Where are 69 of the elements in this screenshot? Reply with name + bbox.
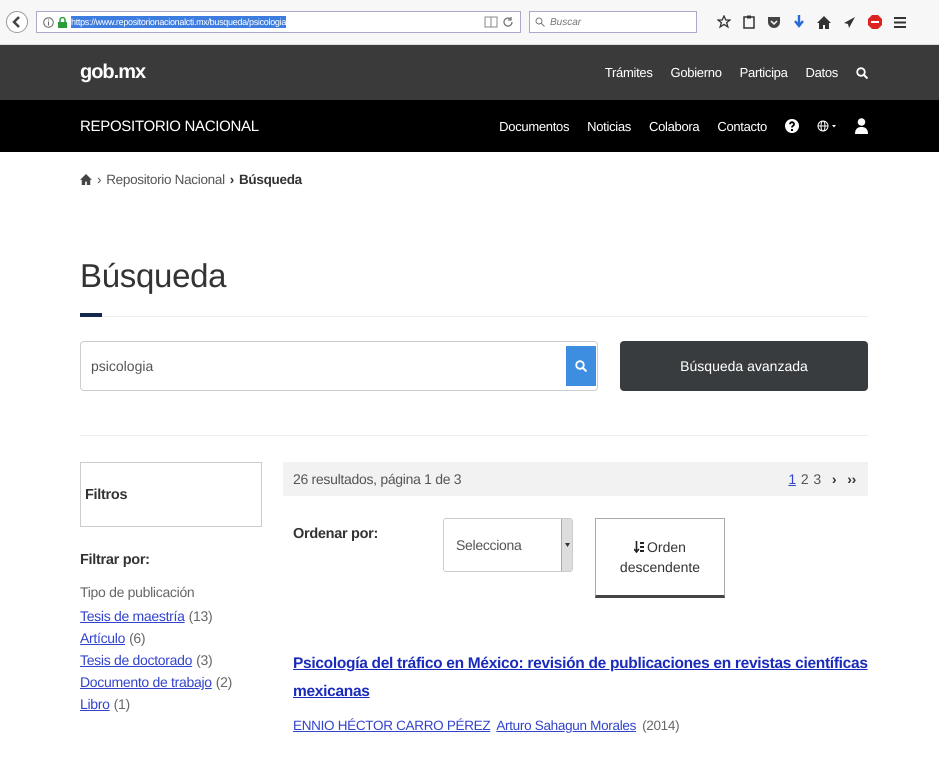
page-link[interactable]: 1 — [788, 471, 796, 487]
result-year: (2014) — [642, 718, 680, 733]
caret-icon — [564, 543, 570, 547]
pocket-icon[interactable] — [767, 16, 781, 28]
nav-link[interactable]: Documentos — [499, 118, 570, 134]
address-bar[interactable]: https://www.repositorionacionalcti.mx/busqueda/psicologia — [36, 11, 521, 33]
star-icon[interactable] — [717, 15, 731, 29]
search-icon — [575, 360, 587, 372]
next-page-link[interactable]: › — [832, 471, 836, 487]
filter-heading: Filtrar por: — [80, 552, 151, 568]
url-text: https://www.repositorionacionalcti.mx/busqueda/psicologia — [71, 16, 286, 28]
filter-link[interactable]: Artículo — [80, 630, 126, 646]
filter-link[interactable]: Documento de trabajo — [80, 674, 212, 690]
sort-label: Ordenar por: — [292, 526, 380, 542]
filter-group-label: Tipo de publicación — [80, 584, 196, 600]
site-logo[interactable]: gob.mx — [80, 61, 146, 84]
results-summary: 26 resultados, página 1 de 3 — [293, 471, 462, 487]
adblock-icon[interactable] — [868, 15, 882, 29]
nav-link[interactable]: Trámites — [604, 65, 653, 80]
nav-link[interactable]: Noticias — [587, 118, 631, 134]
clipboard-icon[interactable] — [743, 15, 755, 29]
author-link[interactable]: ENNIO HÉCTOR CARRO PÉREZ — [293, 718, 490, 733]
breadcrumb-separator: › — [97, 172, 102, 187]
filter-count: (2) — [216, 674, 232, 690]
nav-link[interactable]: Contacto — [717, 118, 767, 134]
page-link[interactable]: 2 — [800, 471, 808, 487]
filter-link[interactable]: Tesis de doctorado — [80, 652, 192, 668]
sort-descending-icon — [634, 541, 646, 553]
site-title[interactable]: REPOSITORIO NACIONAL — [80, 118, 259, 134]
nav-link[interactable]: Datos — [806, 65, 838, 80]
download-icon[interactable] — [793, 15, 805, 29]
back-button[interactable] — [6, 11, 28, 33]
filter-link[interactable]: Libro — [80, 696, 110, 712]
home-icon[interactable] — [817, 16, 831, 28]
search-icon[interactable] — [856, 66, 868, 78]
last-page-link[interactable]: ›› — [847, 471, 856, 487]
panel-title: Filtros — [85, 486, 128, 502]
search-icon — [535, 17, 545, 27]
search-field[interactable]: psicologia — [80, 341, 598, 391]
result-title-link[interactable]: Psicología del tráfico en México: revisión de publicaciones en revistas científicas mexicanas — [293, 650, 868, 706]
user-icon[interactable] — [855, 118, 868, 134]
nav-link[interactable]: Participa — [740, 65, 788, 80]
breadcrumb-current: Búsqueda — [238, 172, 302, 187]
page-link[interactable]: 3 — [813, 471, 821, 487]
filter-link[interactable]: Tesis de maestría — [80, 608, 185, 624]
breadcrumb-link[interactable]: Repositorio Nacional — [106, 172, 225, 187]
browser-search-field[interactable]: Buscar — [529, 11, 697, 33]
help-icon[interactable] — [785, 119, 799, 133]
search-button[interactable] — [566, 346, 596, 386]
nav-link[interactable]: Gobierno — [670, 65, 722, 80]
reader-icon[interactable] — [484, 16, 498, 28]
filter-count: (6) — [129, 630, 146, 646]
page-heading: Búsqueda — [80, 257, 228, 295]
author-link[interactable]: Arturo Sahagun Morales — [496, 718, 636, 733]
info-icon — [43, 16, 54, 28]
nav-link[interactable]: Colabora — [649, 118, 700, 134]
menu-icon[interactable] — [894, 16, 906, 28]
send-icon[interactable] — [843, 16, 856, 28]
reload-icon[interactable] — [502, 16, 514, 28]
breadcrumb-separator: › — [230, 172, 234, 187]
advanced-search-button[interactable]: Búsqueda avanzada — [620, 341, 868, 391]
filter-count: (1) — [114, 696, 130, 712]
filter-count: (13) — [188, 608, 212, 624]
globe-icon[interactable] — [817, 120, 837, 132]
sort-order-button[interactable]: Orden descendente — [595, 518, 725, 598]
filter-count: (3) — [196, 652, 212, 668]
lock-icon — [58, 16, 67, 28]
sort-dropdown[interactable]: Selecciona — [443, 518, 573, 572]
home-icon[interactable] — [80, 174, 92, 185]
